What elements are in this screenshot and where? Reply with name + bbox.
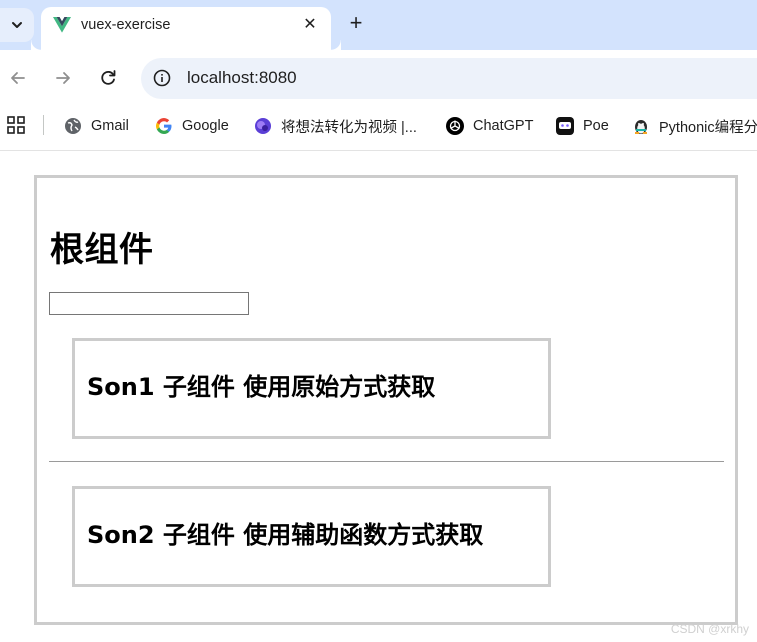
root-component: 根组件 Son1 子组件 使用原始方式获取 Son2 子组件 使用辅助函数方式获… <box>34 175 738 625</box>
son2-title: Son2 子组件 使用辅助函数方式获取 <box>87 521 484 549</box>
arrow-right-icon <box>56 72 70 84</box>
vue-logo-icon <box>53 17 71 33</box>
arrow-left-icon <box>11 72 25 84</box>
son1-component: Son1 子组件 使用原始方式获取 <box>72 338 551 439</box>
bookmark-pythonic[interactable]: Pythonic编程分 <box>632 114 757 138</box>
bookmark-video-ai[interactable]: 将想法转化为视频 |... <box>254 114 417 138</box>
bookmarks-divider <box>43 115 44 135</box>
back-button[interactable] <box>6 66 30 90</box>
globe-icon <box>65 118 81 134</box>
forward-button[interactable] <box>51 66 75 90</box>
poe-icon <box>556 117 574 135</box>
address-bar[interactable]: localhost:8080 <box>141 58 757 99</box>
new-tab-button[interactable]: + <box>344 12 368 36</box>
tab-strip: vuex-exercise ✕ + <box>0 0 757 50</box>
google-icon <box>156 118 172 134</box>
site-info-icon[interactable] <box>153 69 171 87</box>
video-ai-icon <box>255 118 271 134</box>
root-title: 根组件 <box>50 230 154 270</box>
son1-title: Son1 子组件 使用原始方式获取 <box>87 373 436 401</box>
tab-title: vuex-exercise <box>81 17 171 33</box>
url-text[interactable]: localhost:8080 <box>187 68 297 88</box>
reload-button[interactable] <box>96 66 120 90</box>
bookmark-chatgpt[interactable]: ChatGPT <box>446 114 533 138</box>
penguin-icon <box>635 120 647 134</box>
tab-search-button[interactable] <box>0 8 34 42</box>
bookmark-gmail[interactable]: Gmail <box>64 114 129 138</box>
browser-toolbar: localhost:8080 <box>0 50 757 107</box>
bookmarks-bar: Gmail Google 将想法转化为视频 |... ChatGPT Poe P… <box>0 107 757 151</box>
chevron-down-icon <box>12 22 22 28</box>
divider-line <box>49 461 724 462</box>
active-tab[interactable]: vuex-exercise ✕ <box>41 7 341 50</box>
chatgpt-icon <box>446 117 464 135</box>
reload-icon <box>101 70 116 85</box>
bookmark-poe[interactable]: Poe <box>556 114 609 138</box>
apps-grid-icon[interactable] <box>7 116 25 134</box>
close-tab-icon[interactable]: ✕ <box>300 15 320 35</box>
bookmark-google[interactable]: Google <box>155 114 229 138</box>
root-input[interactable] <box>49 292 249 315</box>
son2-component: Son2 子组件 使用辅助函数方式获取 <box>72 486 551 587</box>
watermark: CSDN @xrkhy <box>670 622 749 636</box>
